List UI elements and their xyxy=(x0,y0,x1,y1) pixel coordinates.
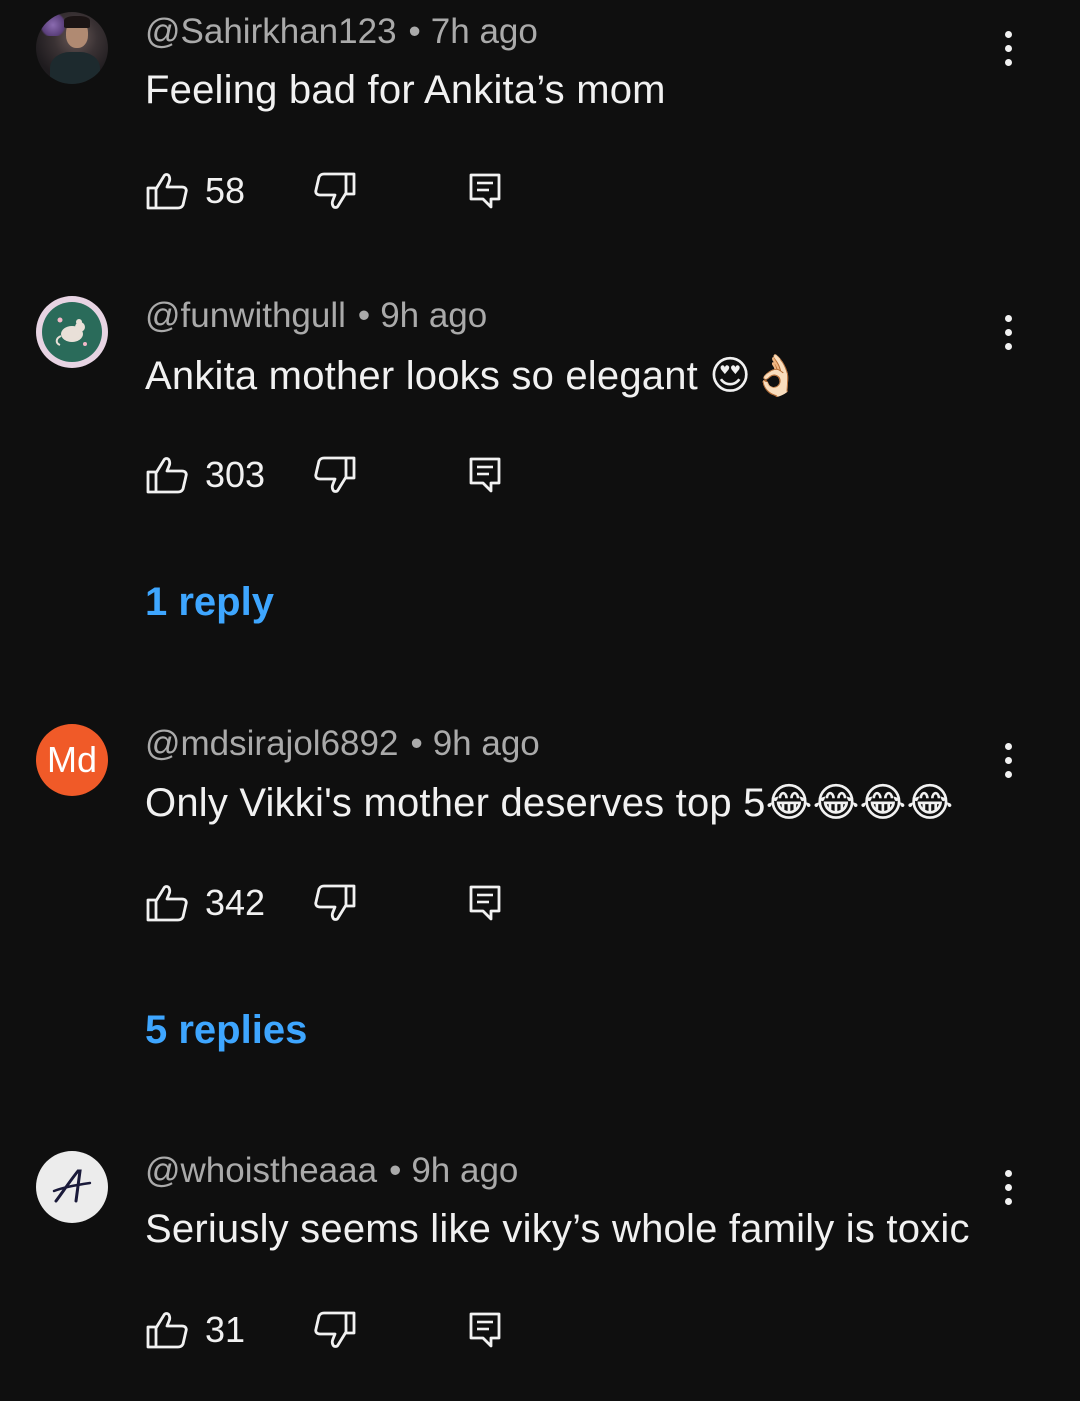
comment-timestamp: 9h ago xyxy=(411,1151,519,1190)
more-options-button[interactable] xyxy=(992,18,1024,78)
more-options-button[interactable] xyxy=(992,302,1024,362)
more-vertical-icon-dot xyxy=(1004,1183,1012,1191)
dislike-button[interactable] xyxy=(313,450,357,500)
comment-timestamp: 9h ago xyxy=(432,724,540,763)
comment-meta: @Sahirkhan123 • 7h ago xyxy=(145,12,538,52)
rat-logo-icon xyxy=(55,317,87,346)
thumbs-down-icon xyxy=(314,884,356,921)
like-button[interactable]: 58 xyxy=(145,166,245,216)
reply-button[interactable] xyxy=(467,166,503,216)
comment-username[interactable]: @mdsirajol6892 xyxy=(145,724,398,763)
comment-text: Only Vikki's mother deserves top 5😂😂😂😂 xyxy=(145,781,954,825)
thumbs-down-icon xyxy=(314,456,356,493)
comment-actions: 303 xyxy=(145,450,545,500)
comment-actions: 58 xyxy=(145,166,545,216)
thumbs-down-icon xyxy=(314,172,356,209)
user-avatar[interactable] xyxy=(36,296,108,368)
thumbs-down-icon xyxy=(314,1311,356,1348)
comment-text: Feeling bad for Ankita’s mom xyxy=(145,68,666,112)
like-button[interactable]: 342 xyxy=(145,878,265,928)
more-vertical-icon-dot xyxy=(1004,44,1012,52)
dislike-button[interactable] xyxy=(313,878,357,928)
avatar-hair xyxy=(64,16,90,28)
comment-meta: @whoistheaaa • 9h ago xyxy=(145,1151,518,1191)
reply-comment-icon xyxy=(469,173,501,209)
reply-button[interactable] xyxy=(467,450,503,500)
more-vertical-icon-dot xyxy=(1004,342,1012,350)
thumbs-up-icon xyxy=(146,457,188,494)
thumbs-up-icon xyxy=(146,1312,188,1349)
comment-timestamp: 9h ago xyxy=(380,296,488,335)
reply-comment-icon xyxy=(469,885,501,921)
comment-text: Ankita mother looks so elegant 😍👌🏻 xyxy=(145,354,802,398)
avatar-shirt xyxy=(50,52,100,84)
like-count: 58 xyxy=(205,170,246,211)
comment-actions: 342 xyxy=(145,878,545,928)
view-replies-link[interactable]: 1 reply xyxy=(145,580,274,625)
user-avatar[interactable]: Md xyxy=(36,724,108,796)
comment-timestamp: 7h ago xyxy=(430,12,538,51)
more-vertical-icon-dot xyxy=(1004,58,1012,66)
more-options-button[interactable] xyxy=(992,1157,1024,1217)
user-avatar[interactable] xyxy=(36,1151,108,1223)
like-button[interactable]: 31 xyxy=(145,1305,245,1355)
more-vertical-icon-dot xyxy=(1004,328,1012,336)
thumbs-up-icon xyxy=(146,173,188,210)
view-replies-link[interactable]: 5 replies xyxy=(145,1008,307,1053)
reply-comment-icon xyxy=(469,1312,501,1348)
user-avatar[interactable] xyxy=(36,12,108,84)
reply-comment-icon xyxy=(469,457,501,493)
like-button[interactable]: 303 xyxy=(145,450,265,500)
comment-username[interactable]: @Sahirkhan123 xyxy=(145,12,397,51)
more-options-button[interactable] xyxy=(992,730,1024,790)
script-a-logo-icon xyxy=(52,1169,92,1203)
more-vertical-icon-dot xyxy=(1004,770,1012,778)
meta-separator: • xyxy=(389,1151,402,1190)
more-vertical-icon-dot xyxy=(1004,30,1012,38)
reply-button[interactable] xyxy=(467,878,503,928)
meta-separator: • xyxy=(357,296,371,335)
like-count: 31 xyxy=(205,1309,246,1350)
more-vertical-icon-dot xyxy=(1004,314,1012,322)
comment-actions: 31 xyxy=(145,1305,545,1355)
dislike-button[interactable] xyxy=(313,166,357,216)
comment-meta: @funwithgull • 9h ago xyxy=(145,296,487,336)
reply-button[interactable] xyxy=(467,1305,503,1355)
more-vertical-icon-dot xyxy=(1004,1169,1012,1177)
more-vertical-icon-dot xyxy=(1004,1197,1012,1205)
meta-separator: • xyxy=(408,12,421,51)
more-vertical-icon-dot xyxy=(1004,742,1012,750)
more-vertical-icon-dot xyxy=(1004,756,1012,764)
dislike-button[interactable] xyxy=(313,1305,357,1355)
like-count: 303 xyxy=(205,454,266,495)
comment-username[interactable]: @whoistheaaa xyxy=(145,1151,377,1190)
comment-username[interactable]: @funwithgull xyxy=(145,296,346,335)
comment-text: Seriusly seems like viky’s whole family … xyxy=(145,1207,970,1251)
meta-separator: • xyxy=(410,724,423,763)
comment-meta: @mdsirajol6892 • 9h ago xyxy=(145,724,540,764)
like-count: 342 xyxy=(205,882,266,923)
avatar-badge-inner xyxy=(42,302,102,362)
thumbs-up-icon xyxy=(146,885,188,922)
